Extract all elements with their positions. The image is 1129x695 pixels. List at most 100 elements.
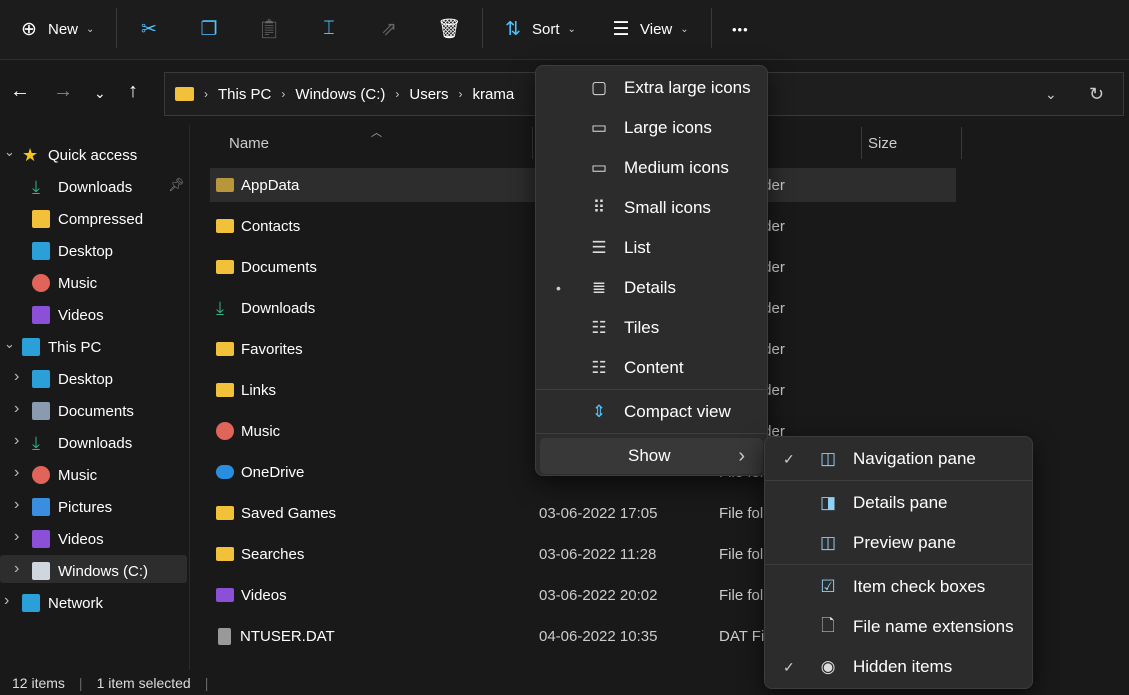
chevron-down-icon: ⌄ — [680, 23, 689, 35]
sidebar-item-label: Desktop — [58, 242, 114, 260]
breadcrumb-item[interactable]: krama — [473, 86, 515, 103]
music-icon — [32, 274, 50, 292]
show-menu-item[interactable]: ☑ Item check boxes — [765, 569, 1032, 605]
file-name: Favorites — [241, 340, 303, 358]
refresh-icon[interactable]: ↻ — [1089, 84, 1104, 105]
chevron-right-icon[interactable]: › — [14, 496, 19, 514]
sidebar-item[interactable]: Desktop — [32, 365, 113, 393]
breadcrumb-item[interactable]: This PC — [218, 86, 271, 103]
chevron-down-icon[interactable]: ⌄ — [4, 144, 15, 160]
chevron-right-icon[interactable]: › — [4, 592, 9, 610]
view-menu-item[interactable]: ☷ Content — [536, 350, 767, 386]
chevron-right-icon[interactable]: › — [14, 464, 19, 482]
chevron-right-icon[interactable]: › — [14, 432, 19, 450]
sidebar-item[interactable]: Windows (C:) — [32, 557, 148, 585]
sidebar-item[interactable]: ⤓ Downloads — [32, 429, 132, 457]
show-menu-item[interactable]: ✓ ◉ Hidden items — [765, 649, 1032, 685]
videos-icon — [32, 530, 50, 548]
view-menu-item[interactable]: ⇕ Compact view — [536, 394, 767, 430]
column-header-size[interactable]: Size — [868, 135, 897, 152]
sidebar-item[interactable]: Music — [32, 269, 97, 297]
column-divider[interactable] — [961, 127, 962, 159]
show-menu-item[interactable]: ◨ Details pane — [765, 485, 1032, 521]
show-menu-item[interactable]: ✓ ◫ Navigation pane — [765, 441, 1032, 477]
menu-separator — [536, 389, 767, 390]
sidebar-item[interactable]: This PC — [22, 333, 101, 361]
address-dropdown-icon[interactable]: ⌄ — [1045, 86, 1057, 103]
view-menu-item[interactable]: ▢ Extra large icons — [536, 70, 767, 106]
sidebar-item-label: Documents — [58, 402, 134, 420]
new-label: New — [48, 20, 79, 38]
chevron-down-icon[interactable]: ⌄ — [4, 336, 15, 352]
copy-button[interactable]: ❐ — [198, 14, 220, 44]
delete-button[interactable]: 🗑︎ — [437, 14, 461, 44]
breadcrumb-item[interactable]: Windows (C:) — [295, 86, 385, 103]
view-menu: ▢ Extra large icons ▭ Large icons ▭ Medium ic… — [535, 65, 768, 476]
sidebar-item[interactable]: Desktop — [32, 237, 113, 265]
small-icons-icon: ⠿ — [592, 198, 606, 217]
sidebar-item[interactable]: Pictures — [32, 493, 112, 521]
chevron-right-icon[interactable]: › — [14, 368, 19, 386]
chevron-down-icon: ⌄ — [567, 23, 576, 35]
back-icon[interactable]: ← — [10, 80, 30, 103]
sidebar-item[interactable]: ⤓ Downloads — [32, 173, 132, 201]
show-menu-item-label: Hidden items — [853, 657, 953, 676]
divider — [711, 8, 712, 48]
navigation-pane: ⌄ ★ Quick access ⤓ Downloads 📌︎ Compressed Desk… — [0, 125, 190, 670]
rename-button[interactable]: ⌶ — [318, 14, 340, 44]
view-menu-item[interactable]: ☷ Tiles — [536, 310, 767, 346]
view-menu-item[interactable]: • ≣ Details — [536, 270, 767, 306]
sidebar-item[interactable]: Videos — [32, 301, 104, 329]
sidebar-item[interactable]: Videos — [32, 525, 104, 553]
sidebar-item-label: Windows (C:) — [58, 562, 149, 580]
sidebar-item[interactable]: Compressed — [32, 205, 143, 233]
view-button[interactable]: ☰ View ⌄ — [610, 14, 689, 44]
share-button[interactable]: ⇗ — [378, 14, 400, 44]
up-icon[interactable]: ↑ — [128, 80, 138, 103]
sort-button[interactable]: ⇅ Sort ⌄ — [502, 14, 576, 44]
sidebar-item[interactable]: Documents — [32, 397, 134, 425]
chevron-right-icon[interactable]: › — [14, 560, 19, 578]
view-menu-item[interactable]: ⠿ Small icons — [536, 190, 767, 226]
column-divider[interactable] — [532, 127, 533, 159]
paste-button[interactable]: 📋︎ — [256, 14, 282, 44]
videos-icon — [216, 588, 234, 602]
chevron-right-icon: › — [204, 87, 208, 101]
sidebar-item[interactable]: Network — [22, 589, 103, 617]
documents-icon — [32, 402, 50, 420]
new-button[interactable]: ⊕ New ⌄ — [18, 14, 94, 44]
chevron-right-icon[interactable]: › — [14, 400, 19, 418]
sidebar-item-label: Music — [58, 466, 98, 484]
view-menu-item-label: Small icons — [624, 198, 711, 217]
scissors-icon: ✂ — [141, 18, 157, 40]
pin-icon[interactable]: 📌︎ — [168, 177, 185, 193]
sidebar-item-label: Videos — [58, 530, 104, 548]
view-menu-item-label: Large icons — [624, 118, 712, 137]
recent-locations-icon[interactable]: ⌄ — [94, 85, 106, 102]
view-menu-item[interactable]: ☰ List — [536, 230, 767, 266]
sidebar-item-label: Pictures — [58, 498, 113, 516]
folder-icon — [216, 383, 234, 397]
cut-button[interactable]: ✂ — [138, 14, 160, 44]
sort-icon: ⇅ — [505, 18, 521, 40]
file-name: Documents — [241, 258, 317, 276]
sidebar-item-label: This PC — [48, 338, 102, 356]
chevron-right-icon[interactable]: › — [14, 528, 19, 546]
paste-icon: 📋︎ — [256, 19, 282, 40]
show-menu-item[interactable]: 🗋 File name extensions — [765, 609, 1032, 645]
view-menu-item[interactable]: ▭ Medium icons — [536, 150, 767, 186]
column-divider[interactable] — [861, 127, 862, 159]
show-menu-item[interactable]: Show › — [540, 438, 763, 474]
sidebar-item[interactable]: ★ Quick access — [22, 141, 137, 169]
folder-icon — [216, 342, 234, 356]
sort-ascending-icon: ︿ — [371, 127, 382, 139]
breadcrumb-item[interactable]: Users — [409, 86, 448, 103]
more-button[interactable]: ••• — [732, 14, 749, 44]
sidebar-item[interactable]: Music — [32, 461, 97, 489]
view-menu-item[interactable]: ▭ Large icons — [536, 110, 767, 146]
sidebar-item-label: Videos — [58, 306, 104, 324]
column-header-name[interactable]: Name — [229, 135, 269, 152]
show-menu-item[interactable]: ◫ Preview pane — [765, 525, 1032, 561]
folder-icon — [216, 178, 234, 192]
forward-icon[interactable]: → — [53, 80, 73, 103]
